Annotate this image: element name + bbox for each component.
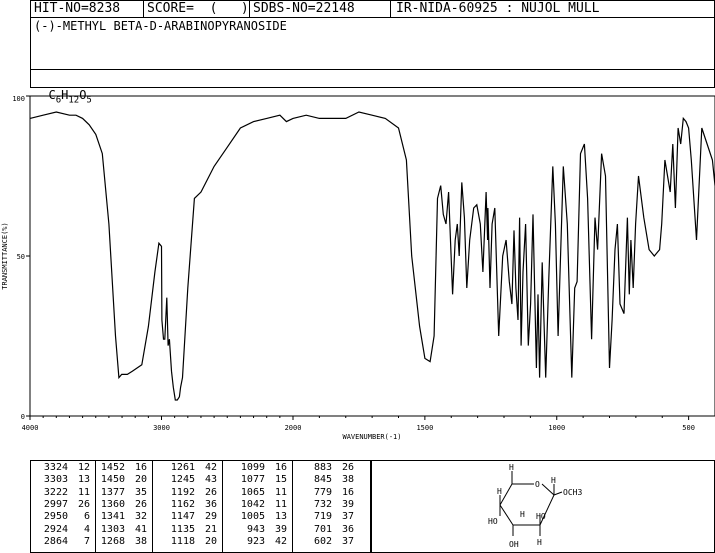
peak-column-divider (292, 460, 293, 553)
peak-wavenumber: 1135 (170, 523, 195, 535)
peak-transmittance: 36 (341, 523, 354, 535)
peak-wavenumber: 845 (313, 474, 332, 486)
peak-wavenumber: 1341 (100, 511, 125, 523)
peak-wavenumber: 1065 (240, 486, 265, 498)
peak-transmittance: 16 (341, 486, 354, 498)
peak-wavenumber: 1268 (100, 535, 125, 547)
peak-wavenumber: 3222 (43, 486, 68, 498)
peak-wavenumber: 1077 (240, 474, 265, 486)
peak-transmittance: 11 (274, 486, 287, 498)
x-tick-label-1500: 1500 (416, 424, 433, 432)
peak-transmittance: 16 (134, 462, 147, 473)
peak-wavenumber: 779 (313, 486, 332, 498)
peak-wavenumber: 1245 (170, 474, 195, 486)
peak-transmittance: 13 (77, 474, 90, 486)
x-tick-label-500: 500 (682, 424, 695, 432)
peak-transmittance: 11 (77, 486, 90, 498)
peak-transmittance: 26 (134, 498, 147, 510)
peak-wavenumber: 943 (246, 523, 265, 535)
peak-transmittance: 26 (204, 486, 217, 498)
peak-wavenumber: 923 (246, 535, 265, 547)
peak-transmittance: 15 (274, 474, 287, 486)
peak-transmittance: 16 (274, 462, 287, 473)
peak-transmittance: 20 (134, 474, 147, 486)
y-axis: 100 50 0 (12, 95, 30, 421)
x-tick-label-2000: 2000 (285, 424, 302, 432)
peak-transmittance: 42 (204, 462, 217, 473)
peak-transmittance: 35 (134, 486, 147, 498)
peak-transmittance: 38 (341, 474, 354, 486)
peak-wavenumber: 883 (313, 462, 332, 473)
y-axis-label: TRANSMITTANCE(%) (1, 222, 9, 289)
peak-transmittance: 37 (341, 535, 354, 547)
x-tick-label-1000: 1000 (548, 424, 565, 432)
peak-transmittance: 38 (134, 535, 147, 547)
peak-transmittance: 11 (274, 498, 287, 510)
peak-wavenumber: 701 (313, 523, 332, 535)
peak-wavenumber: 1261 (170, 462, 195, 473)
y-tick-label-0: 0 (21, 413, 25, 421)
peak-wavenumber: 1118 (170, 535, 195, 547)
ir-spectrum-chart: 100500 4000 3000 2000 1500 1000 500 TRANSMITT… (1, 95, 715, 441)
peak-wavenumber: 1147 (170, 511, 195, 523)
peak-column-divider (222, 460, 223, 553)
peak-transmittance: 13 (274, 511, 287, 523)
peak-wavenumber: 1360 (100, 498, 125, 510)
structure-frame (371, 460, 715, 553)
peak-wavenumber: 719 (313, 511, 332, 523)
x-axis: 4000 3000 2000 1500 1000 500 (22, 416, 695, 432)
peak-transmittance: 26 (341, 462, 354, 473)
peak-transmittance: 43 (204, 474, 217, 486)
y-tick-label-50: 50 (17, 253, 25, 261)
peak-column-divider (152, 460, 153, 553)
y-tick-label-100: 100 (12, 95, 25, 103)
peak-wavenumber: 1192 (170, 486, 195, 498)
peak-wavenumber: 2864 (43, 535, 68, 547)
peak-transmittance: 37 (341, 511, 354, 523)
peak-transmittance: 7 (83, 535, 90, 547)
peak-wavenumber: 1450 (100, 474, 125, 486)
x-axis-label: WAVENUMBER(-1) (342, 433, 401, 441)
peak-wavenumber: 1099 (240, 462, 265, 473)
x-tick-label-3000: 3000 (153, 424, 170, 432)
peak-transmittance: 12 (77, 462, 90, 473)
peak-wavenumber: 2997 (43, 498, 68, 510)
peak-wavenumber: 1452 (100, 462, 125, 473)
peak-transmittance: 20 (204, 535, 217, 547)
peak-wavenumber: 1162 (170, 498, 195, 510)
peak-wavenumber: 1005 (240, 511, 265, 523)
peak-transmittance: 32 (134, 511, 147, 523)
peak-wavenumber: 1377 (100, 486, 125, 498)
x-tick-label-4000: 4000 (22, 424, 39, 432)
peak-wavenumber: 2950 (43, 511, 68, 523)
peak-transmittance: 26 (77, 498, 90, 510)
peak-wavenumber: 3303 (43, 474, 68, 486)
peak-transmittance: 42 (274, 535, 287, 547)
peak-wavenumber: 732 (313, 498, 332, 510)
peak-transmittance: 41 (134, 523, 147, 535)
peak-transmittance: 29 (204, 511, 217, 523)
peak-transmittance: 39 (341, 498, 354, 510)
peak-wavenumber: 1042 (240, 498, 265, 510)
peak-transmittance: 36 (204, 498, 217, 510)
peak-transmittance: 21 (204, 523, 217, 535)
peak-wavenumber: 3324 (43, 462, 68, 473)
peak-transmittance: 39 (274, 523, 287, 535)
peak-wavenumber: 2924 (43, 523, 68, 535)
peak-transmittance: 4 (83, 523, 90, 535)
spectrum-line (29, 111, 715, 401)
peak-wavenumber: 602 (313, 535, 332, 547)
peak-wavenumber: 1303 (100, 523, 125, 535)
peak-transmittance: 6 (83, 511, 90, 523)
plot-frame (29, 95, 715, 417)
